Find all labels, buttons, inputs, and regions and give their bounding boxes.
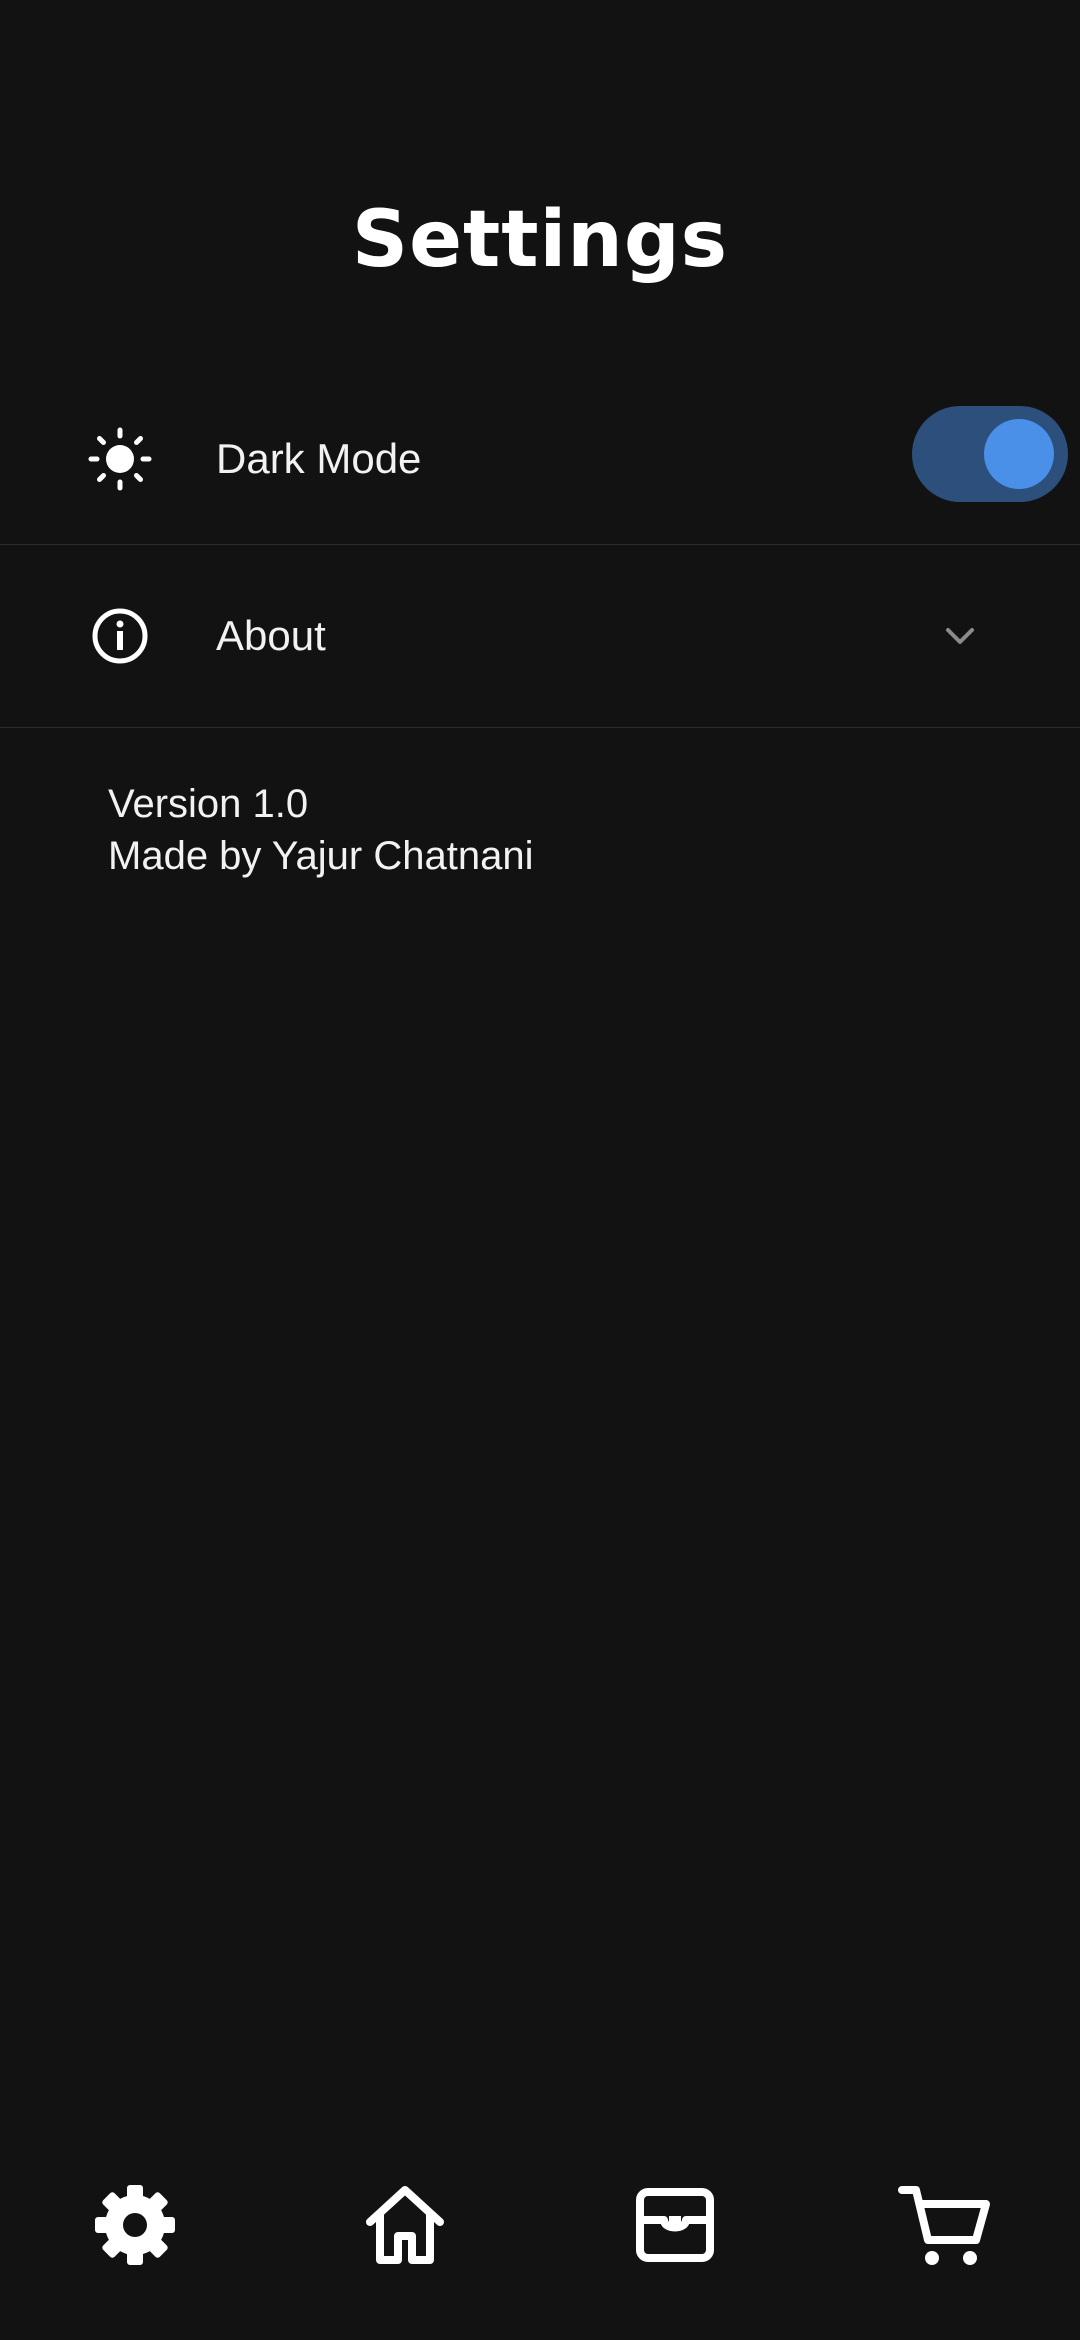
toggle-knob (984, 419, 1054, 489)
dark-mode-toggle[interactable] (912, 406, 1068, 502)
home-icon (350, 2186, 460, 2284)
sun-icon (88, 427, 152, 491)
about-details: Version 1.0 Made by Yajur Chatnani (108, 778, 533, 882)
about-label: About (216, 612, 326, 659)
page-title: Settings (351, 195, 729, 285)
chevron-down-icon[interactable] (940, 616, 980, 656)
inbox-icon (620, 2188, 730, 2284)
nav-home[interactable] (350, 2170, 460, 2280)
nav-inbox[interactable] (620, 2170, 730, 2280)
version-text: Version 1.0 (108, 782, 309, 826)
author-text: Made by Yajur Chatnani (108, 834, 534, 878)
nav-settings[interactable] (80, 2170, 190, 2280)
dark-mode-label: Dark Mode (216, 435, 422, 482)
nav-cart[interactable] (890, 2170, 1000, 2280)
gear-icon (80, 2185, 190, 2284)
info-icon (88, 604, 152, 668)
about-row[interactable]: About (0, 544, 1080, 728)
cart-icon (890, 2186, 1000, 2284)
bottom-nav (0, 2170, 1080, 2280)
